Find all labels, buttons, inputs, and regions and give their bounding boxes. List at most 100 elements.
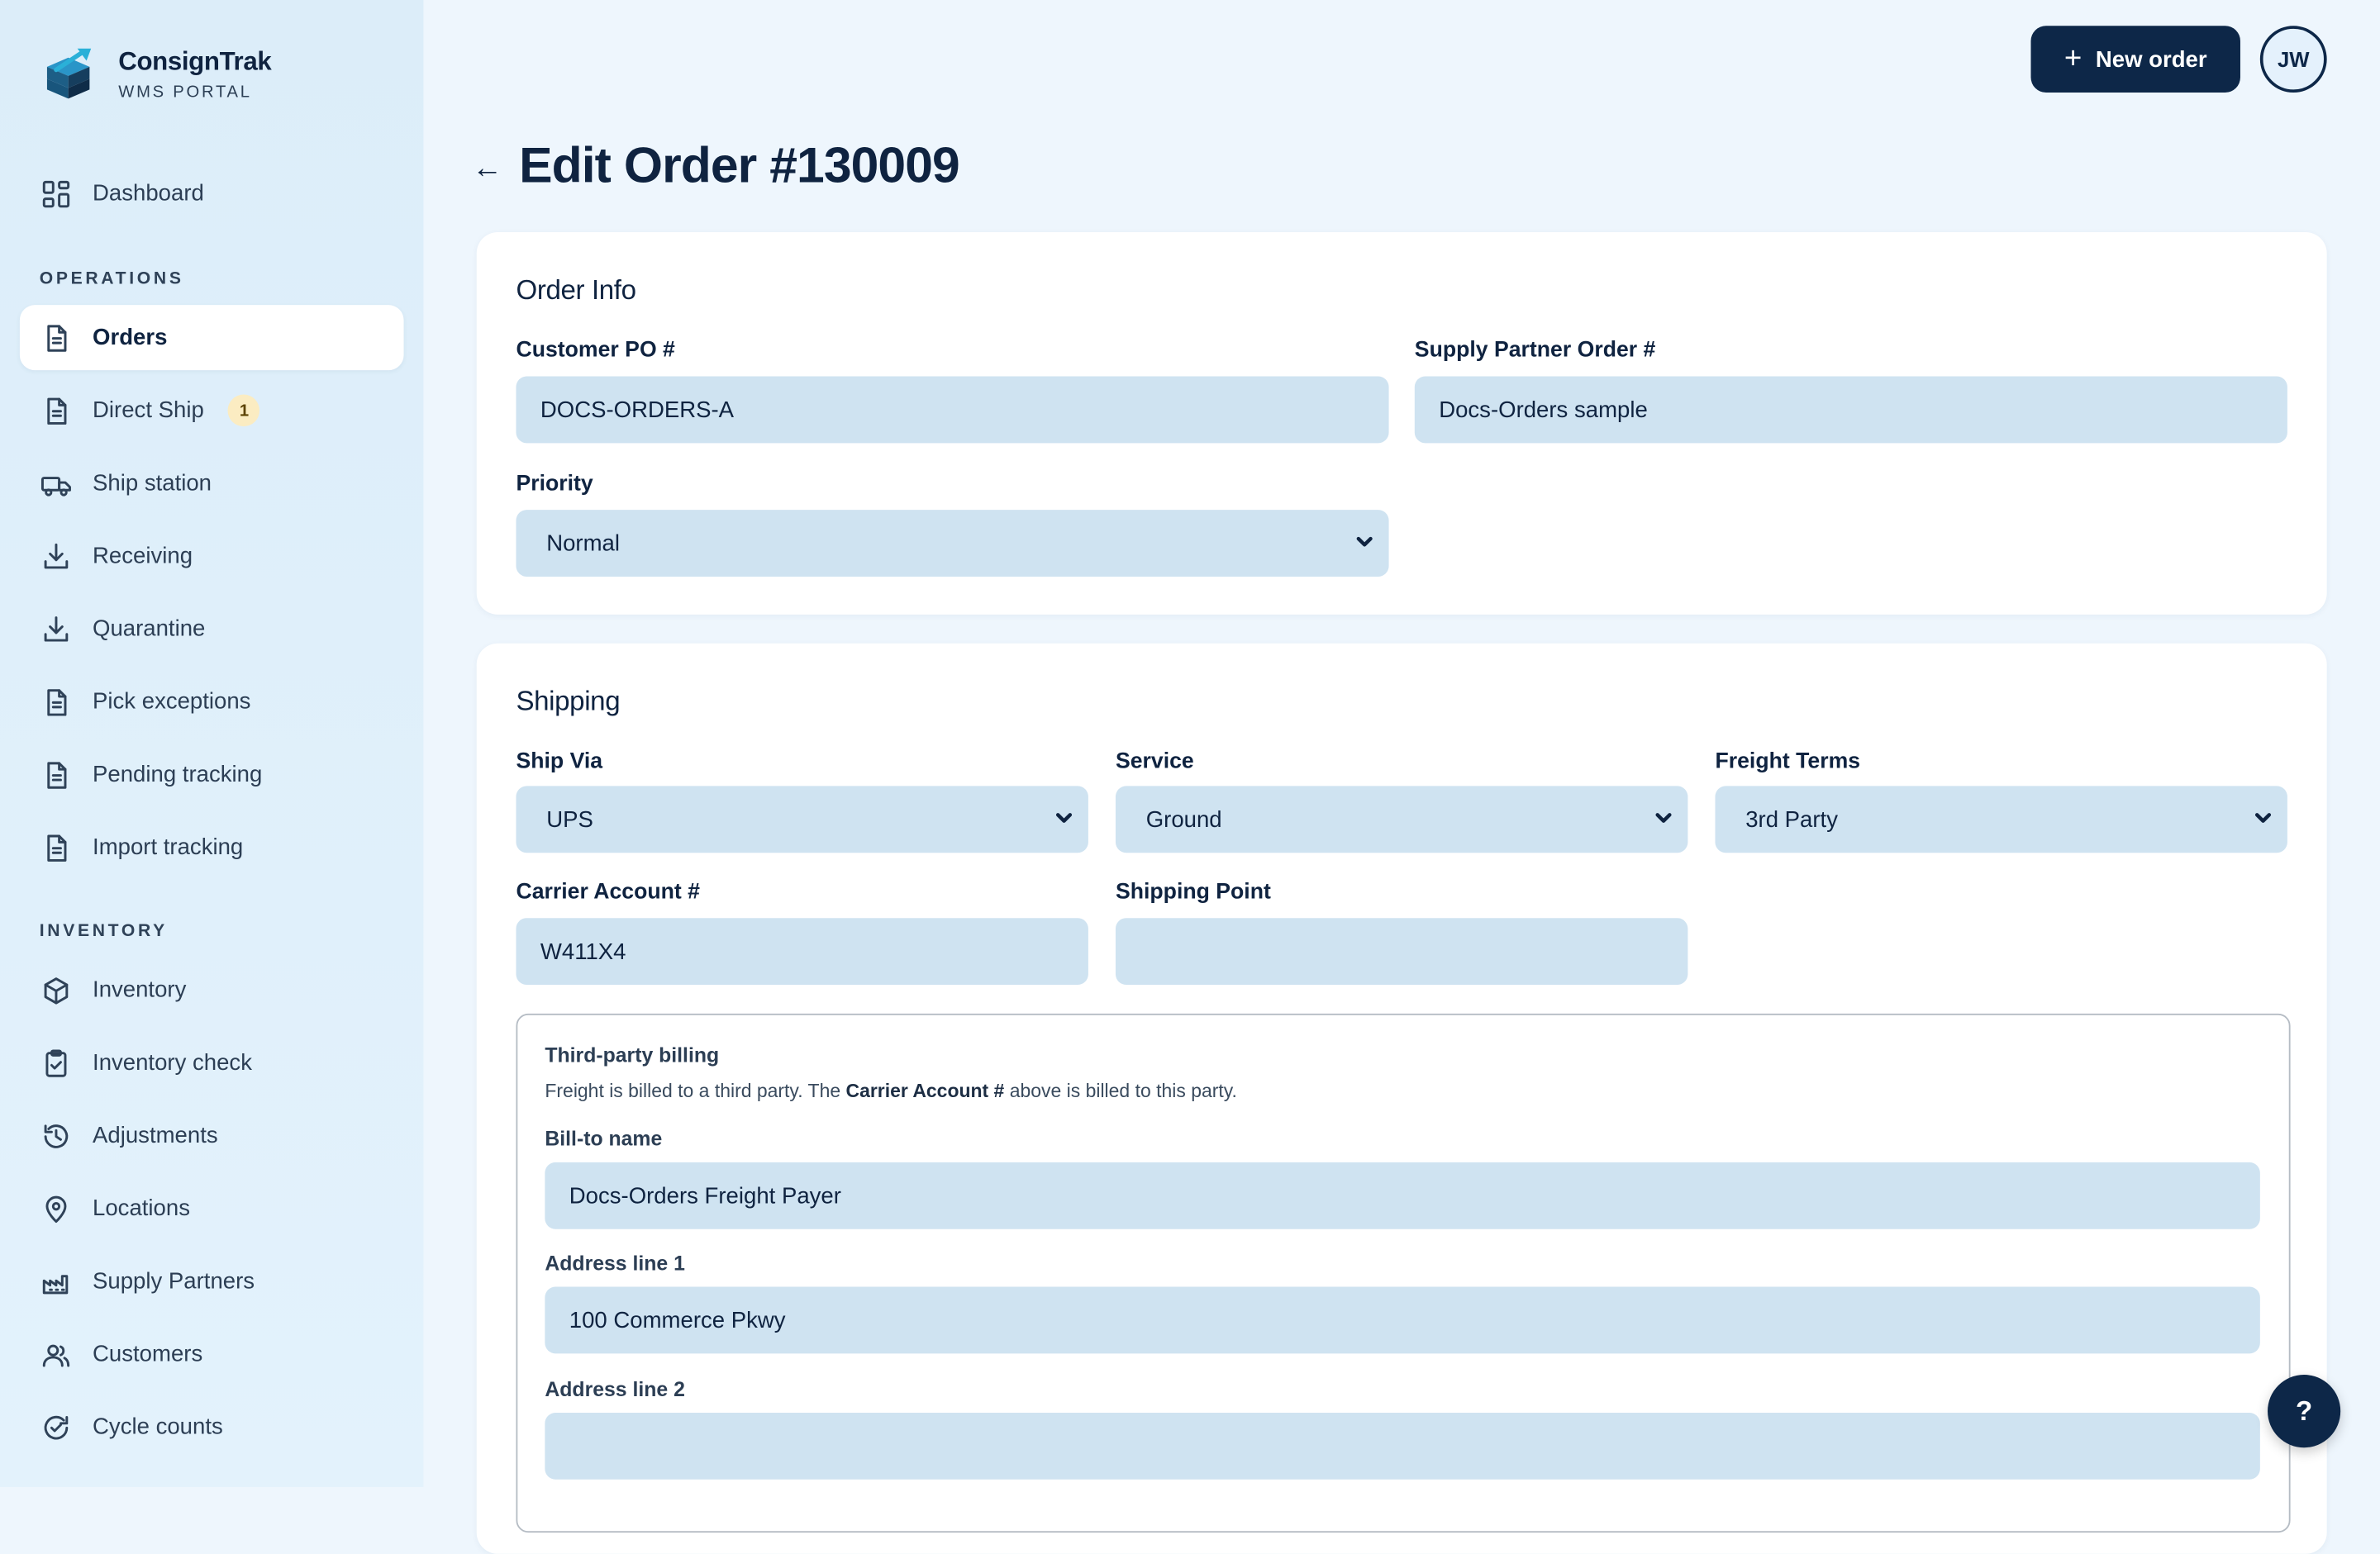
sidebar-item-direct-ship[interactable]: Direct Ship 1	[20, 378, 404, 443]
box-icon	[40, 973, 73, 1006]
supply-partner-order-label: Supply Partner Order #	[1414, 338, 1656, 363]
sidebar-item-import-tracking[interactable]: Import tracking	[20, 815, 404, 880]
address-line-1-input[interactable]: 100 Commerce Pkwy	[545, 1286, 2260, 1354]
document-icon	[40, 394, 73, 427]
freight-terms-select[interactable]: 3rd Party	[1715, 786, 2287, 853]
plus-icon: +	[2063, 42, 2082, 76]
grid-icon	[40, 177, 73, 210]
freight-terms-selected-value: 3rd Party	[1745, 806, 1838, 833]
back-arrow-icon[interactable]: ←	[472, 152, 502, 187]
chevron-down-icon	[1651, 806, 1675, 829]
carrier-account-input[interactable]: W411X4	[516, 918, 1088, 986]
service-select[interactable]: Ground	[1115, 786, 1688, 853]
factory-icon	[40, 1265, 73, 1298]
ship-via-label: Ship Via	[516, 749, 603, 774]
document-icon	[40, 685, 73, 718]
sidebar-item-label: Import tracking	[93, 834, 244, 861]
freight-terms-label: Freight Terms	[1715, 749, 1861, 774]
clipboard-check-icon	[40, 1046, 73, 1079]
priority-selected-value: Normal	[546, 530, 621, 557]
refresh-check-icon	[40, 1410, 73, 1443]
sidebar-item-locations[interactable]: Locations	[20, 1176, 404, 1241]
carrier-account-label: Carrier Account #	[516, 880, 700, 905]
download-icon	[40, 612, 73, 645]
sidebar-item-pending-tracking[interactable]: Pending tracking	[20, 742, 404, 807]
sidebar-item-orders[interactable]: Orders	[19, 305, 404, 371]
service-label: Service	[1115, 749, 1194, 774]
download-icon	[40, 539, 73, 573]
sidebar-item-label: Receiving	[93, 543, 193, 569]
app-logo[interactable]: ConsignTrak WMS PORTAL	[41, 45, 272, 103]
sidebar-item-ship-station[interactable]: Ship station	[20, 450, 404, 516]
address-line-1-label: Address line 1	[545, 1252, 685, 1275]
sidebar-item-label: Quarantine	[93, 615, 206, 642]
sidebar-item-pick-exceptions[interactable]: Pick exceptions	[20, 669, 404, 734]
bill-to-name-label: Bill-to name	[545, 1127, 663, 1151]
chevron-down-icon	[1052, 806, 1076, 829]
shipping-card: Shipping Ship Via UPS Service Ground Fre…	[476, 643, 2327, 1554]
sidebar-item-label: Pick exceptions	[93, 688, 251, 715]
page-title: Edit Order #130009	[519, 136, 960, 193]
sidebar-item-receiving[interactable]: Receiving	[20, 524, 404, 589]
section-title-inventory: INVENTORY	[39, 922, 168, 941]
third-party-billing-title: Third-party billing	[545, 1043, 720, 1067]
sidebar-item-label: Adjustments	[93, 1123, 218, 1149]
sidebar-item-cycle-counts[interactable]: Cycle counts	[20, 1395, 404, 1460]
bill-to-name-input[interactable]: Docs-Orders Freight Payer	[545, 1162, 2260, 1229]
sidebar-item-label: Inventory check	[93, 1049, 253, 1076]
sidebar-item-label: Cycle counts	[93, 1414, 223, 1441]
ship-via-selected-value: UPS	[546, 806, 593, 833]
sidebar-item-adjustments[interactable]: Adjustments	[20, 1103, 404, 1168]
sidebar-item-inventory-check[interactable]: Inventory check	[20, 1030, 404, 1095]
chevron-down-icon	[2251, 806, 2275, 829]
sidebar-item-dashboard[interactable]: Dashboard	[20, 161, 404, 226]
priority-select[interactable]: Normal	[516, 510, 1389, 577]
sidebar-item-inventory[interactable]: Inventory	[20, 958, 404, 1023]
sidebar-item-quarantine[interactable]: Quarantine	[20, 596, 404, 662]
sidebar-item-label: Ship station	[93, 470, 212, 497]
customer-po-input[interactable]: DOCS-ORDERS-A	[516, 376, 1389, 444]
document-icon	[40, 321, 73, 354]
third-party-billing-description: Freight is billed to a third party. The …	[545, 1080, 1237, 1102]
address-line-2-input[interactable]	[545, 1412, 2260, 1480]
sidebar-item-label: Customers	[93, 1341, 203, 1367]
app-name: ConsignTrak	[118, 46, 272, 76]
app-page: ConsignTrak WMS PORTAL Dashboard OPERATI…	[0, 0, 2380, 1554]
sidebar-item-customers[interactable]: Customers	[20, 1322, 404, 1387]
direct-ship-count-badge: 1	[228, 394, 260, 427]
chevron-down-icon	[1352, 530, 1376, 554]
sidebar-item-supply-partners[interactable]: Supply Partners	[20, 1249, 404, 1314]
sidebar-item-label: Orders	[93, 325, 168, 351]
sidebar-item-label: Locations	[93, 1195, 190, 1222]
shipping-point-label: Shipping Point	[1115, 880, 1271, 905]
sidebar-item-label: Supply Partners	[93, 1268, 255, 1295]
logo-icon	[46, 48, 92, 99]
priority-label: Priority	[516, 472, 593, 497]
truck-icon	[40, 467, 73, 500]
order-info-card: Order Info Customer PO # DOCS-ORDERS-A S…	[476, 232, 2327, 615]
app-subtitle: WMS PORTAL	[118, 83, 252, 102]
ship-via-select[interactable]: UPS	[516, 786, 1088, 853]
new-order-label: New order	[2095, 46, 2207, 73]
shipping-title: Shipping	[516, 686, 621, 716]
third-party-billing-panel: Third-party billing Freight is billed to…	[516, 1013, 2291, 1533]
user-avatar[interactable]: JW	[2259, 26, 2327, 93]
sidebar: ConsignTrak WMS PORTAL Dashboard OPERATI…	[0, 0, 424, 1487]
shipping-point-input[interactable]	[1115, 918, 1688, 986]
help-button[interactable]: ?	[2268, 1375, 2341, 1448]
supply-partner-order-input[interactable]: Docs-Orders sample	[1414, 376, 2287, 444]
customer-po-label: Customer PO #	[516, 338, 675, 363]
address-line-2-label: Address line 2	[545, 1377, 685, 1401]
sidebar-item-label: Direct Ship	[93, 397, 204, 424]
sidebar-item-label: Inventory	[93, 977, 187, 1004]
section-title-operations: OPERATIONS	[39, 269, 184, 288]
order-info-title: Order Info	[516, 274, 636, 306]
new-order-button[interactable]: + New order	[2030, 26, 2240, 93]
sidebar-item-label: Pending tracking	[93, 762, 263, 788]
sidebar-item-label: Dashboard	[93, 180, 204, 207]
service-selected-value: Ground	[1145, 806, 1222, 833]
map-pin-icon	[40, 1192, 73, 1225]
history-icon	[40, 1119, 73, 1152]
document-icon	[40, 758, 73, 791]
document-icon	[40, 831, 73, 864]
